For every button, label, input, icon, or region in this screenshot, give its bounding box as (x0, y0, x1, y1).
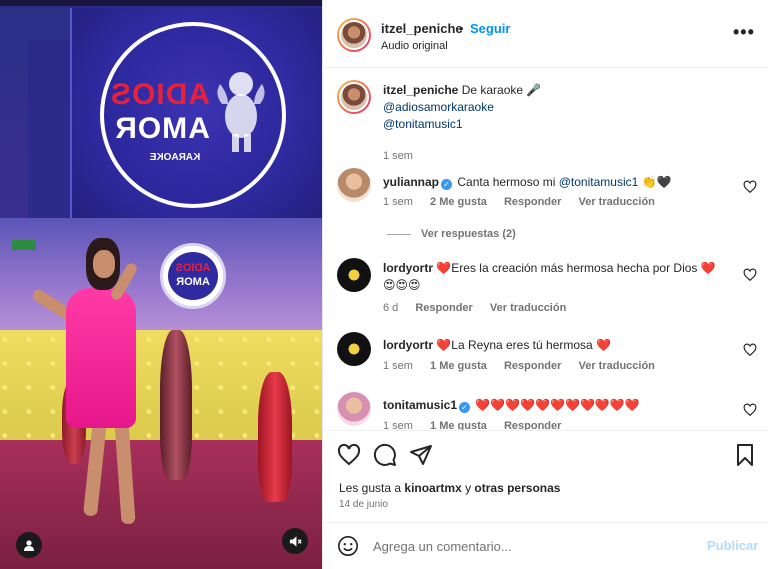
comment-likes[interactable]: 1 Me gusta (430, 420, 487, 430)
emoji-icon[interactable] (337, 535, 359, 557)
comment-translate-button[interactable]: Ver traducción (578, 196, 654, 208)
post-date: 14 de junio (339, 499, 388, 510)
sign-word-amor: AMOR (176, 276, 210, 288)
comment-translate-button[interactable]: Ver traducción (490, 302, 566, 314)
singer-face (93, 250, 115, 278)
verified-badge-icon: ✓ (459, 402, 471, 413)
comment-like-heart-icon[interactable] (743, 343, 757, 357)
comment-body: ❤️La Reyna eres tú hermosa ❤️ (436, 338, 611, 352)
caption-body: De karaoke 🎤 (461, 83, 542, 97)
author-avatar[interactable] (337, 18, 371, 52)
comment-text: lordyortr ❤️Eres la creación más hermosa… (383, 260, 733, 294)
more-options-icon[interactable]: ••• (733, 22, 755, 43)
comment-body-end: 👏🖤 (638, 175, 672, 189)
caption-username[interactable]: itzel_peniche (383, 83, 458, 97)
logo-word-adios: ADIOS (109, 78, 210, 111)
comment-likes[interactable]: 2 Me gusta (430, 196, 487, 208)
comment-username[interactable]: tonitamusic1 (383, 398, 457, 412)
caption-mention-adiosamor[interactable]: @adiosamorkaraoke (383, 100, 494, 114)
comment-time: 6 d (383, 302, 399, 314)
view-replies-label: Ver respuestas (2) (421, 228, 516, 240)
logo-word-karaoke: KARAOKE (149, 152, 201, 163)
comment-body-line2: 😍😍😍 (383, 278, 421, 292)
vase-right (258, 372, 292, 502)
comment-meta: 1 sem 1 Me gusta Responder (383, 420, 575, 430)
likes-user[interactable]: kinoartmx (404, 481, 461, 495)
header-separator: • (459, 21, 464, 36)
comment-meta: 1 sem 2 Me gusta Responder Ver traducció… (383, 196, 669, 208)
comment-like-heart-icon[interactable] (743, 180, 757, 194)
likes-prefix: Les gusta a (339, 481, 405, 495)
follow-button[interactable]: Seguir (470, 21, 510, 36)
replies-divider (387, 233, 411, 235)
ceiling-strip (0, 0, 322, 6)
comment-body: ❤️Eres la creación más hermosa hecha por… (436, 261, 716, 275)
post-actions: Les gusta a kinoartmx y otras personas 1… (323, 430, 768, 520)
vase-middle (160, 330, 192, 480)
post-media[interactable]: ADIOS AMOR KARAOKE ADIOS AMOR (0, 0, 322, 569)
post-details-panel: itzel_peniche • Seguir Audio original ••… (322, 0, 768, 569)
caption-mention-tonita[interactable]: @tonitamusic1 (383, 117, 463, 131)
caption-text: itzel_peniche De karaoke 🎤 @adiosamorkar… (383, 82, 733, 133)
comment-avatar[interactable] (337, 392, 371, 426)
comment-username[interactable]: lordyortr (383, 338, 433, 352)
user-tag-icon (24, 540, 34, 551)
comment-time: 1 sem (383, 360, 413, 372)
comment-reply-button[interactable]: Responder (504, 360, 561, 372)
comment-username[interactable]: lordyortr (383, 261, 433, 275)
verified-badge-icon: ✓ (441, 179, 453, 190)
comment-likes[interactable]: 1 Me gusta (430, 360, 487, 372)
comment-avatar[interactable] (337, 258, 371, 292)
comment-reply-button[interactable]: Responder (415, 302, 472, 314)
comment-time: 1 sem (383, 196, 413, 208)
comment-body: Canta hermoso mi (457, 175, 559, 189)
add-comment-bar: Publicar (323, 522, 768, 569)
logo-word-amor: AMOR (114, 112, 210, 145)
caption-avatar[interactable] (337, 80, 371, 114)
caption-meta: 1 sem (383, 150, 427, 162)
author-username[interactable]: itzel_peniche (381, 21, 463, 36)
likes-summary: Les gusta a kinoartmx y otras personas (339, 481, 560, 495)
likes-others[interactable]: otras personas (474, 481, 560, 495)
comment-text: lordyortr ❤️La Reyna eres tú hermosa ❤️ (383, 337, 733, 354)
speaker-muted-icon (289, 535, 302, 547)
comment-username[interactable]: yuliannap (383, 175, 439, 189)
audio-label[interactable]: Audio original (381, 40, 448, 52)
comment-meta: 1 sem 1 Me gusta Responder Ver traducció… (383, 360, 669, 372)
comment-reply-button[interactable]: Responder (504, 420, 561, 430)
comment-text: tonitamusic1 ✓ ❤️❤️❤️❤️❤️❤️❤️❤️❤️❤️❤️ (383, 397, 733, 414)
exit-sign (12, 240, 36, 250)
comment-like-heart-icon[interactable] (743, 268, 757, 282)
likes-connector: y (461, 481, 475, 495)
comment-reply-button[interactable]: Responder (504, 196, 561, 208)
comment-text: yuliannap ✓ Canta hermoso mi @tonitamusic… (383, 174, 733, 191)
comment-avatar[interactable] (337, 168, 371, 202)
comment-translate-button[interactable]: Ver traducción (578, 360, 654, 372)
comment-time: 1 sem (383, 420, 413, 430)
comment-body: ❤️❤️❤️❤️❤️❤️❤️❤️❤️❤️❤️ (475, 398, 640, 412)
comments-list[interactable]: itzel_peniche De karaoke 🎤 @adiosamorkar… (323, 68, 768, 430)
comment-mention[interactable]: @tonitamusic1 (559, 175, 639, 189)
cherub-illustration (217, 72, 265, 152)
view-replies-button[interactable]: Ver respuestas (2) (387, 228, 516, 240)
comment-meta: 6 d Responder Ver traducción (383, 302, 580, 314)
post-header: itzel_peniche • Seguir Audio original ••… (323, 0, 768, 68)
side-screen (28, 40, 72, 230)
send-icon[interactable] (409, 443, 433, 467)
comment-avatar[interactable] (337, 332, 371, 366)
comment-input[interactable] (373, 535, 693, 557)
comment-icon[interactable] (373, 443, 397, 467)
caption-time: 1 sem (383, 150, 413, 162)
tagged-users-button[interactable] (16, 532, 42, 558)
bookmark-icon[interactable] (733, 443, 757, 467)
singer-dress (66, 288, 136, 428)
comment-like-heart-icon[interactable] (743, 403, 757, 417)
post-comment-button[interactable]: Publicar (707, 538, 758, 553)
mute-button[interactable] (282, 528, 308, 554)
heart-icon[interactable] (337, 443, 361, 467)
sign-word-adios: ADIOS (175, 262, 211, 274)
